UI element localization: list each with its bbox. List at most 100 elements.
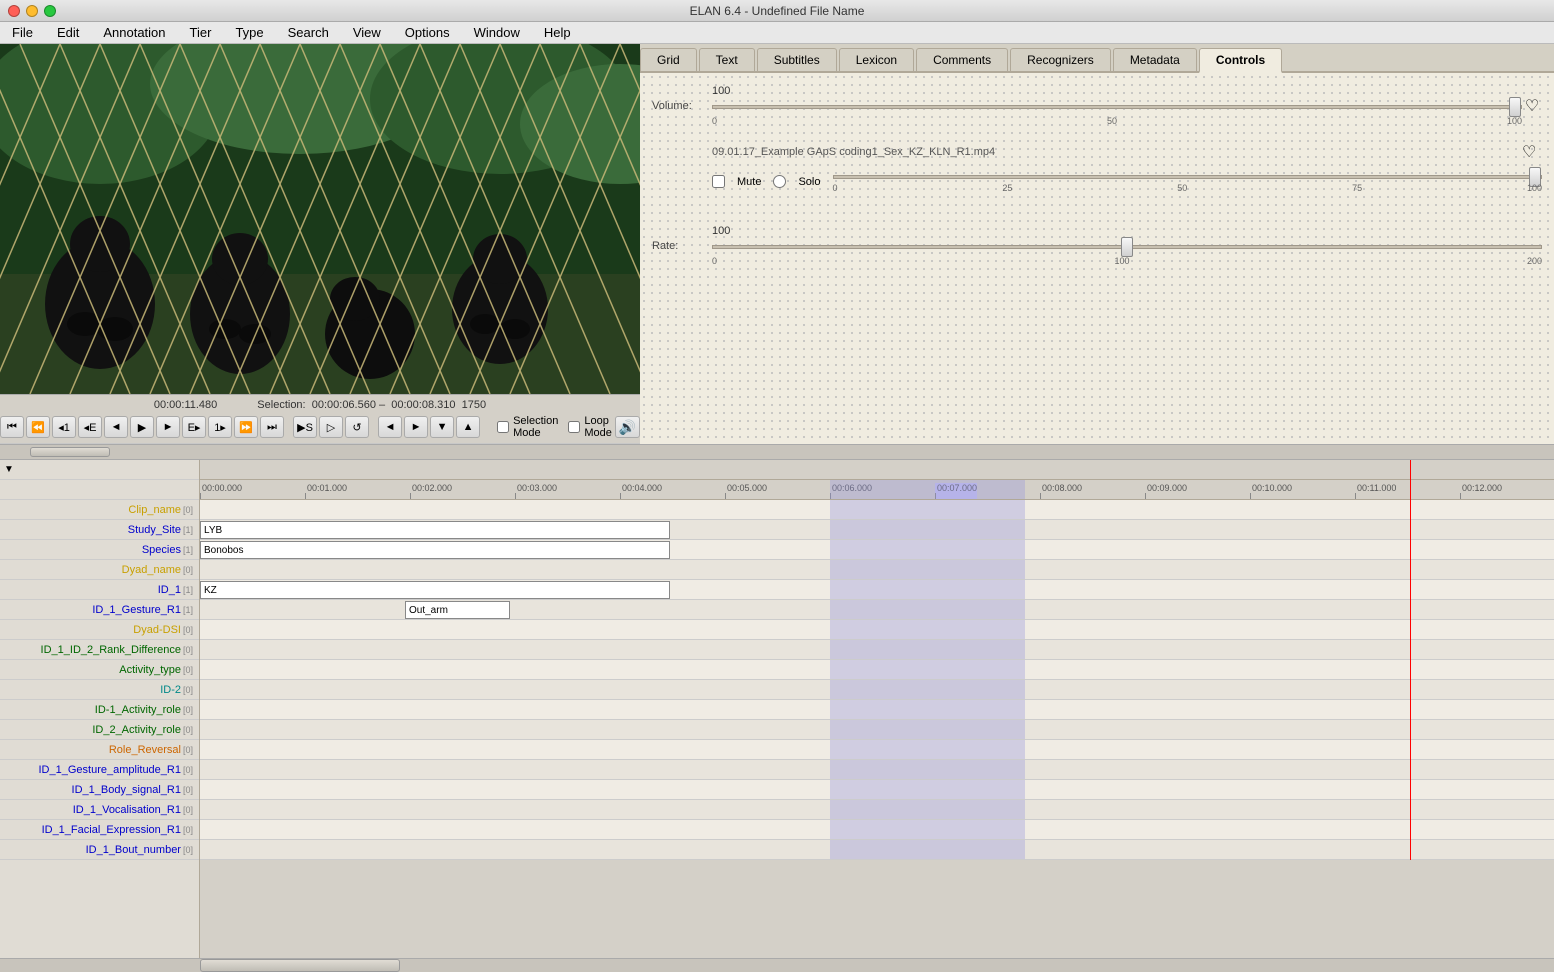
tab-subtitles[interactable]: Subtitles — [757, 48, 837, 71]
menu-tier[interactable]: Tier — [186, 23, 216, 42]
tick-12: 00:12.000 — [1460, 483, 1502, 499]
volume-slider-container: 100 0 50 100 — [712, 85, 1522, 126]
menu-options[interactable]: Options — [401, 23, 454, 42]
ann-row-body-signal[interactable] — [200, 780, 1554, 800]
ann-row-id1[interactable]: KZ — [200, 580, 1554, 600]
tab-metadata[interactable]: Metadata — [1113, 48, 1197, 71]
bottom-scrollbar[interactable] — [0, 958, 1554, 972]
sel-overlay — [830, 500, 1025, 519]
expand-icon[interactable]: ▼ — [4, 464, 14, 475]
ann-row-vocalisation[interactable] — [200, 800, 1554, 820]
rate-slider[interactable] — [712, 245, 1542, 249]
window-title: ELAN 6.4 - Undefined File Name — [690, 4, 865, 18]
ann-block-out-arm[interactable]: Out_arm — [405, 601, 510, 619]
tab-recognizers[interactable]: Recognizers — [1010, 48, 1111, 71]
ann-row-dyad-dsi[interactable] — [200, 620, 1554, 640]
ann-row-id1-activity[interactable] — [200, 700, 1554, 720]
title-bar: ELAN 6.4 - Undefined File Name — [0, 0, 1554, 22]
ann-block-bonobos[interactable]: Bonobos — [200, 541, 670, 559]
go-to-end-button[interactable]: ⏭ — [260, 416, 284, 438]
tier-label-id2-activity: ID_2_Activity_role [0] — [0, 720, 199, 740]
timeline-main[interactable]: 00:00.000 00:01.000 00:02.000 00:03.000 — [200, 460, 1554, 958]
volume-slider-track[interactable] — [712, 99, 1522, 115]
sel-overlay — [830, 520, 1025, 539]
back-annotation-button[interactable]: ◂E — [78, 416, 102, 438]
menu-search[interactable]: Search — [284, 23, 333, 42]
ann-row-facial[interactable] — [200, 820, 1554, 840]
tier-label-study-site: Study_Site [1] — [0, 520, 199, 540]
video-player[interactable] — [0, 44, 640, 394]
step-fwd-button[interactable]: 1▸ — [208, 416, 232, 438]
ann-row-species[interactable]: Bonobos — [200, 540, 1554, 560]
mute-checkbox[interactable] — [712, 175, 725, 188]
shift-down-button[interactable]: ▼ — [430, 416, 454, 438]
play-button[interactable]: ▶ — [130, 416, 154, 438]
menu-type[interactable]: Type — [231, 23, 267, 42]
ann-row-id2[interactable] — [200, 680, 1554, 700]
ann-block-kz[interactable]: KZ — [200, 581, 670, 599]
rate-slider-track[interactable] — [712, 239, 1542, 255]
timeline-content: 00:00.000 00:01.000 00:02.000 00:03.000 — [200, 460, 1554, 860]
ann-block-lyb[interactable]: LYB — [200, 521, 670, 539]
play-loop-button[interactable]: ▷ — [319, 416, 343, 438]
file-volume-slider[interactable] — [833, 175, 1543, 179]
prev-frame-button[interactable]: ◄ — [104, 416, 128, 438]
shift-left-button[interactable]: ◄ — [378, 416, 402, 438]
play-sel-button[interactable]: ▶S — [293, 416, 317, 438]
tab-comments[interactable]: Comments — [916, 48, 1008, 71]
tier-label-dyad-name: Dyad_name [0] — [0, 560, 199, 580]
menu-file[interactable]: File — [8, 23, 37, 42]
menu-edit[interactable]: Edit — [53, 23, 83, 42]
timeline-ruler: 00:00.000 00:01.000 00:02.000 00:03.000 — [200, 480, 1554, 500]
ann-row-role-reversal[interactable] — [200, 740, 1554, 760]
tier-label-id1-activity: ID-1_Activity_role [0] — [0, 700, 199, 720]
loop-button[interactable]: ↺ — [345, 416, 369, 438]
tick-11: 00:11.000 — [1355, 483, 1396, 499]
sel-overlay — [830, 680, 1025, 699]
ann-row-dyad-name[interactable] — [200, 560, 1554, 580]
video-scene-svg — [0, 44, 640, 394]
tier-label-role-reversal: Role_Reversal [0] — [0, 740, 199, 760]
menu-window[interactable]: Window — [470, 23, 524, 42]
loop-mode-toggle[interactable]: Loop Mode — [568, 415, 613, 439]
ann-row-gesture-amp[interactable] — [200, 760, 1554, 780]
window-controls[interactable] — [8, 5, 56, 17]
loop-mode-checkbox[interactable] — [568, 421, 580, 433]
ann-row-activity-type[interactable] — [200, 660, 1554, 680]
selection-mode-toggle[interactable]: Selection Mode — [497, 415, 558, 439]
volume-icon-button[interactable]: 🔊 — [615, 416, 640, 438]
ann-row-rank-diff[interactable] — [200, 640, 1554, 660]
ann-row-study-site[interactable]: LYB — [200, 520, 1554, 540]
ann-row-id2-activity[interactable] — [200, 720, 1554, 740]
menu-view[interactable]: View — [349, 23, 385, 42]
next-frame-button[interactable]: ► — [156, 416, 180, 438]
minimize-button[interactable] — [26, 5, 38, 17]
tab-lexicon[interactable]: Lexicon — [839, 48, 914, 71]
ann-row-clip-name[interactable] — [200, 500, 1554, 520]
fast-fwd-button[interactable]: ⏩ — [234, 416, 258, 438]
timeline-scrollbar[interactable] — [0, 444, 1554, 460]
solo-radio[interactable] — [773, 175, 786, 188]
maximize-button[interactable] — [44, 5, 56, 17]
selection-mode-checkbox[interactable] — [497, 421, 509, 433]
tab-text[interactable]: Text — [699, 48, 755, 71]
menu-annotation[interactable]: Annotation — [99, 23, 169, 42]
prev-annotation-button[interactable]: ⏪ — [26, 416, 50, 438]
tab-grid[interactable]: Grid — [640, 48, 697, 71]
tier-label-vocalisation: ID_1_Vocalisation_R1 [0] — [0, 800, 199, 820]
tab-controls[interactable]: Controls — [1199, 48, 1282, 73]
go-to-begin-button[interactable]: ⏮ — [0, 416, 24, 438]
close-button[interactable] — [8, 5, 20, 17]
shift-up-button[interactable]: ▲ — [456, 416, 480, 438]
step-back-button[interactable]: ◂1 — [52, 416, 76, 438]
next-annotation-button[interactable]: E▸ — [182, 416, 206, 438]
volume-labels: 0 50 100 — [712, 116, 1522, 126]
ann-row-id1-gesture[interactable]: Out_arm — [200, 600, 1554, 620]
menu-help[interactable]: Help — [540, 23, 575, 42]
volume-slider[interactable] — [712, 105, 1522, 109]
bottom-scroll-thumb[interactable] — [200, 959, 400, 972]
shift-right-button[interactable]: ► — [404, 416, 428, 438]
rate-control-row: Rate: 100 0 100 200 — [652, 225, 1542, 266]
ann-row-bout-number[interactable] — [200, 840, 1554, 860]
timeline-scroll-thumb[interactable] — [30, 447, 110, 457]
